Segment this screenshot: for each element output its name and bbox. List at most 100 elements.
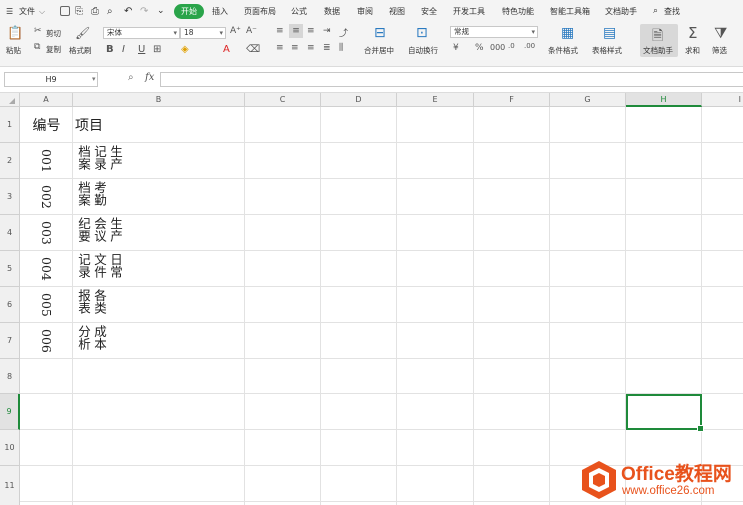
row-header-3[interactable]: 3 <box>0 179 20 215</box>
cell-a7[interactable]: 006 <box>20 323 73 359</box>
menu-file[interactable]: 文件 <box>19 0 35 23</box>
tab-formula[interactable]: 公式 <box>291 0 307 23</box>
row-header-8[interactable]: 8 <box>0 359 20 394</box>
cell-a1[interactable]: 编号 <box>20 107 73 143</box>
column-header-i[interactable]: I <box>702 93 743 107</box>
selected-cell-h9[interactable] <box>626 394 704 432</box>
column-header-b[interactable]: B <box>73 93 245 107</box>
bold-icon[interactable]: B <box>106 44 114 55</box>
tab-insert[interactable]: 插入 <box>212 0 228 23</box>
print-preview-icon[interactable]: ⌕ <box>107 0 113 23</box>
cell-a3[interactable]: 002 <box>20 179 73 215</box>
increase-font-icon[interactable]: A⁺ <box>230 26 241 36</box>
align-center-icon[interactable]: ≡ <box>291 43 299 53</box>
row-header-6[interactable]: 6 <box>0 287 20 323</box>
formula-input[interactable] <box>160 72 743 87</box>
doc-assistant-button[interactable]: 🗎 文档助手 <box>640 24 678 57</box>
scissors-icon[interactable]: ✂ <box>34 26 42 36</box>
export-icon[interactable]: ⎘ <box>75 0 83 23</box>
sum-icon[interactable]: Σ <box>688 24 697 42</box>
tab-start[interactable]: 开始 <box>174 4 204 19</box>
font-size-select[interactable]: 18 ▾ <box>180 27 226 39</box>
font-name-select[interactable]: 宋体 ▾ <box>103 27 180 39</box>
undo-icon[interactable]: ↶ <box>124 0 132 23</box>
merge-center-button[interactable]: 合并居中 <box>364 45 394 56</box>
row-header-1[interactable]: 1 <box>0 107 20 143</box>
align-right-icon[interactable]: ≡ <box>307 43 315 53</box>
cell-b7[interactable]: 成本分析 <box>73 325 247 359</box>
filter-icon[interactable]: ⧩ <box>714 24 727 42</box>
tab-page-layout[interactable]: 页面布局 <box>244 0 276 23</box>
column-header-f[interactable]: F <box>474 93 550 107</box>
fill-handle[interactable] <box>697 425 704 432</box>
redo-icon[interactable]: ↷ <box>140 0 148 23</box>
distributed-icon[interactable]: ⫼ <box>339 43 343 53</box>
paste-icon[interactable]: 📋 <box>7 26 23 41</box>
cut-button[interactable]: 剪切 <box>46 28 61 39</box>
customize-toolbar-icon[interactable]: ⌄ <box>157 0 165 23</box>
format-painter-label[interactable]: 格式刷 <box>69 45 92 56</box>
chevron-down-icon[interactable]: ▾ <box>92 75 96 83</box>
italic-icon[interactable]: I <box>122 44 125 55</box>
number-format-select[interactable]: 常规 ▾ <box>450 26 538 38</box>
tab-developer[interactable]: 开发工具 <box>453 0 485 23</box>
save-icon[interactable] <box>60 6 70 16</box>
orientation-icon[interactable]: ⤴ <box>339 26 348 39</box>
increase-decimal-icon[interactable]: .0 <box>508 42 515 50</box>
hamburger-icon[interactable]: ☰ <box>6 0 13 23</box>
cell-a5[interactable]: 004 <box>20 251 73 287</box>
clear-format-icon[interactable]: ⌫ <box>246 44 260 55</box>
tab-review[interactable]: 审阅 <box>357 0 373 23</box>
cell-b4[interactable]: 生产会议纪要 <box>73 217 247 251</box>
cell-b6[interactable]: 各类报表 <box>73 289 247 323</box>
name-box[interactable]: H9 <box>4 72 98 87</box>
row-header-11[interactable]: 11 <box>0 466 20 505</box>
wrap-text-icon[interactable]: ⊡ <box>416 25 428 41</box>
search-label[interactable]: 查找 <box>664 0 680 23</box>
align-middle-icon[interactable]: ≡ <box>289 24 303 38</box>
font-color-icon[interactable]: A <box>223 44 230 55</box>
format-painter-icon[interactable]: 🖌 <box>75 26 90 40</box>
tab-doc-assistant[interactable]: 文档助手 <box>605 0 637 23</box>
percent-icon[interactable]: % <box>475 43 484 53</box>
filter-button[interactable]: 筛选 <box>712 45 727 56</box>
table-style-icon[interactable]: ▤ <box>603 25 616 41</box>
row-header-2[interactable]: 2 <box>0 143 20 179</box>
copy-button[interactable]: 复制 <box>46 44 61 55</box>
row-header-4[interactable]: 4 <box>0 215 20 251</box>
copy-icon[interactable]: ⧉ <box>34 42 40 52</box>
currency-icon[interactable]: ¥ <box>453 43 459 53</box>
cell-a4[interactable]: 003 <box>20 215 73 251</box>
merge-center-icon[interactable]: ⊟ <box>374 25 386 41</box>
align-left-icon[interactable]: ≡ <box>276 43 284 53</box>
underline-icon[interactable]: U <box>138 44 145 55</box>
conditional-format-icon[interactable]: ▦ <box>561 25 574 41</box>
auto-wrap-button[interactable]: 自动换行 <box>408 45 438 56</box>
column-header-d[interactable]: D <box>321 93 397 107</box>
select-all-corner[interactable] <box>0 93 20 107</box>
tab-view[interactable]: 视图 <box>389 0 405 23</box>
column-header-c[interactable]: C <box>245 93 321 107</box>
cell-b5[interactable]: 日常文件记录 <box>73 253 247 287</box>
cell-b2[interactable]: 生产记录档案 <box>73 145 247 179</box>
decrease-decimal-icon[interactable]: .00 <box>524 42 535 50</box>
sum-button[interactable]: 求和 <box>685 45 700 56</box>
tab-special-features[interactable]: 特色功能 <box>502 0 534 23</box>
fx-icon[interactable]: fx <box>145 72 154 83</box>
indent-icon[interactable]: ⇥ <box>323 26 331 36</box>
align-top-icon[interactable]: ≡ <box>276 26 284 36</box>
decrease-font-icon[interactable]: A⁻ <box>246 26 257 36</box>
cell-b3[interactable]: 考勤档案 <box>73 181 247 215</box>
paste-label[interactable]: 粘贴 <box>6 45 21 56</box>
fill-color-icon[interactable]: ◈ <box>181 44 189 55</box>
row-header-10[interactable]: 10 <box>0 430 20 466</box>
row-header-9[interactable]: 9 <box>0 394 20 430</box>
search-icon[interactable]: ⌕ <box>653 0 658 23</box>
print-icon[interactable]: ⎙ <box>91 0 99 23</box>
cell-a6[interactable]: 005 <box>20 287 73 323</box>
table-style-button[interactable]: 表格样式 <box>592 45 622 56</box>
justify-icon[interactable]: ≣ <box>323 43 331 53</box>
column-header-e[interactable]: E <box>397 93 474 107</box>
tab-data[interactable]: 数据 <box>324 0 340 23</box>
conditional-format-button[interactable]: 条件格式 <box>548 45 578 56</box>
